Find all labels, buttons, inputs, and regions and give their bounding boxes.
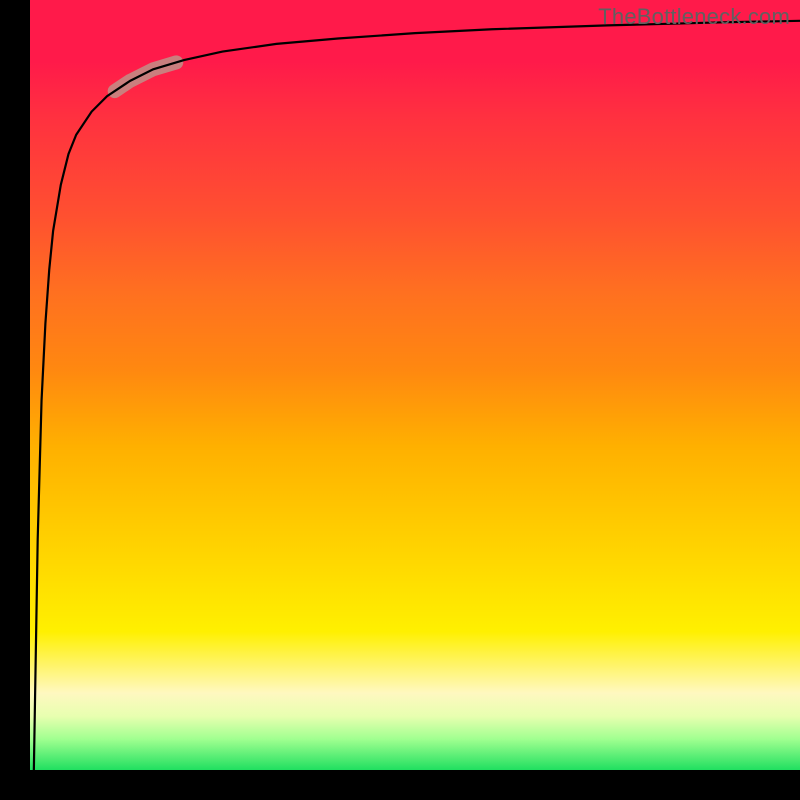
highlight-segment: [115, 62, 177, 91]
chart-container: TheBottleneck.com: [0, 0, 800, 800]
watermark-text: TheBottleneck.com: [598, 4, 790, 30]
bottleneck-curve: [34, 21, 800, 770]
x-axis: [0, 770, 800, 800]
y-axis: [0, 0, 30, 800]
plot-area: [30, 0, 800, 770]
curve-layer: [30, 0, 800, 770]
